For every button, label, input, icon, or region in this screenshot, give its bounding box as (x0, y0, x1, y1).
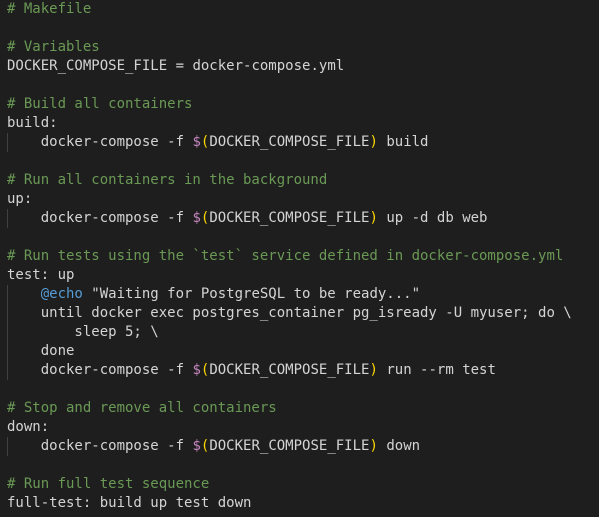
variable-reference: DOCKER_COMPOSE_FILE (209, 362, 370, 378)
code-line-target: build: (7, 115, 58, 131)
code-line-recipe: sleep 5; \ (7, 324, 159, 340)
code-line-variable: DOCKER_COMPOSE_FILE = docker-compose.yml (7, 57, 344, 76)
variable-paren-close: ) (369, 134, 378, 150)
recipe-args: down (377, 438, 421, 454)
variable-value: docker-compose.yml (192, 58, 345, 74)
variable-paren-close: ) (369, 210, 378, 226)
echo-string: "Waiting for PostgreSQL to be ready..." (82, 286, 421, 302)
recipe-args: up -d db web (377, 210, 488, 226)
recipe-command: docker-compose -f (7, 134, 193, 150)
code-editor[interactable]: # Makefile # Variables DOCKER_COMPOSE_FI… (0, 0, 599, 517)
echo-command: @echo (40, 286, 83, 302)
variable-dollar: $ (192, 210, 201, 226)
variable-paren-close: ) (369, 438, 378, 454)
code-line-recipe: docker-compose -f $(DOCKER_COMPOSE_FILE)… (7, 437, 420, 456)
code-line-target: full-test: build up test down (7, 495, 252, 511)
variable-reference: DOCKER_COMPOSE_FILE (209, 134, 370, 150)
recipe-command: docker-compose -f (7, 362, 193, 378)
code-line-target: down: (7, 419, 50, 435)
variable-reference: DOCKER_COMPOSE_FILE (209, 438, 370, 454)
recipe-args: build (377, 134, 429, 150)
code-line-target: up: (7, 191, 33, 207)
variable-paren-close: ) (369, 362, 378, 378)
variable-dollar: $ (192, 362, 201, 378)
code-line-comment: # Build all containers (7, 96, 193, 112)
code-line-recipe: until docker exec postgres_container pg_… (7, 305, 572, 321)
code-line-comment: # Run tests using the `test` service def… (7, 248, 564, 264)
variable-reference: DOCKER_COMPOSE_FILE (209, 210, 370, 226)
code-line-target: test: up (7, 267, 75, 283)
assign-operator: = (167, 58, 193, 74)
recipe-args: run --rm test (377, 362, 496, 378)
code-line-comment: # Run all containers in the background (7, 172, 328, 188)
variable-dollar: $ (192, 134, 201, 150)
recipe-command: docker-compose -f (7, 210, 193, 226)
recipe-indent (7, 286, 41, 302)
recipe-command: docker-compose -f (7, 438, 193, 454)
code-line-recipe: @echo "Waiting for PostgreSQL to be read… (7, 285, 420, 304)
code-line-comment: # Stop and remove all containers (7, 400, 277, 416)
code-line-recipe: docker-compose -f $(DOCKER_COMPOSE_FILE)… (7, 209, 488, 228)
code-line-recipe: docker-compose -f $(DOCKER_COMPOSE_FILE)… (7, 361, 496, 380)
variable-dollar: $ (192, 438, 201, 454)
variable-name: DOCKER_COMPOSE_FILE (7, 58, 168, 74)
code-line-recipe: docker-compose -f $(DOCKER_COMPOSE_FILE)… (7, 133, 429, 152)
code-line-comment: # Makefile (7, 1, 92, 17)
code-line-comment: # Variables (7, 39, 100, 55)
code-line-recipe: done (7, 343, 75, 359)
code-line-comment: # Run full test sequence (7, 476, 210, 492)
